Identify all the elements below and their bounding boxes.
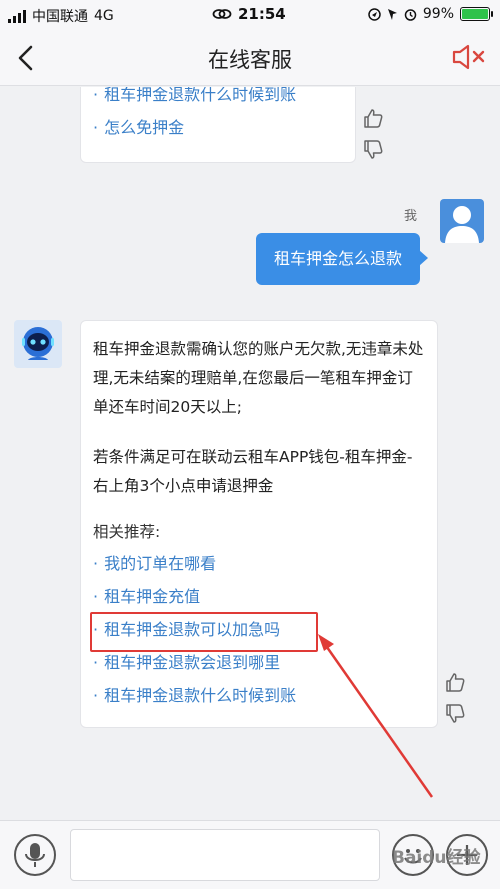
navigation-icon — [387, 8, 397, 20]
alarm-icon — [404, 8, 417, 21]
chat-area: · 租车押金退款什么时候到账 · 怎么免押金 我 租车押金怎么退款 租车押金退款需确… — [0, 87, 500, 820]
mute-speaker-icon[interactable] — [452, 44, 486, 70]
message-input[interactable] — [70, 829, 380, 881]
nav-bar: 在线客服 — [0, 30, 500, 86]
clock: 21:54 — [238, 5, 286, 23]
annotation-arrow — [318, 634, 434, 798]
watermark: Baidu经验 — [392, 848, 481, 868]
signal-icon — [8, 9, 26, 23]
carrier-name: 中国联通 — [32, 9, 88, 25]
battery-percent: 99% — [422, 6, 454, 22]
battery-fill — [462, 9, 488, 19]
voice-input-button[interactable] — [14, 834, 56, 876]
page-title: 在线客服 — [208, 48, 292, 72]
microphone-icon — [25, 843, 45, 867]
status-center: 21:54 — [212, 5, 286, 23]
network-type: 4G — [94, 8, 114, 24]
link-icon — [212, 9, 232, 19]
battery-icon — [460, 7, 493, 21]
status-left: 中国联通 4G — [8, 6, 114, 26]
location-icon — [368, 7, 381, 21]
status-right: 99% — [368, 6, 493, 22]
status-bar: 中国联通 4G 21:54 99% — [0, 0, 500, 30]
input-bar: Baidu经验 — [0, 820, 500, 889]
